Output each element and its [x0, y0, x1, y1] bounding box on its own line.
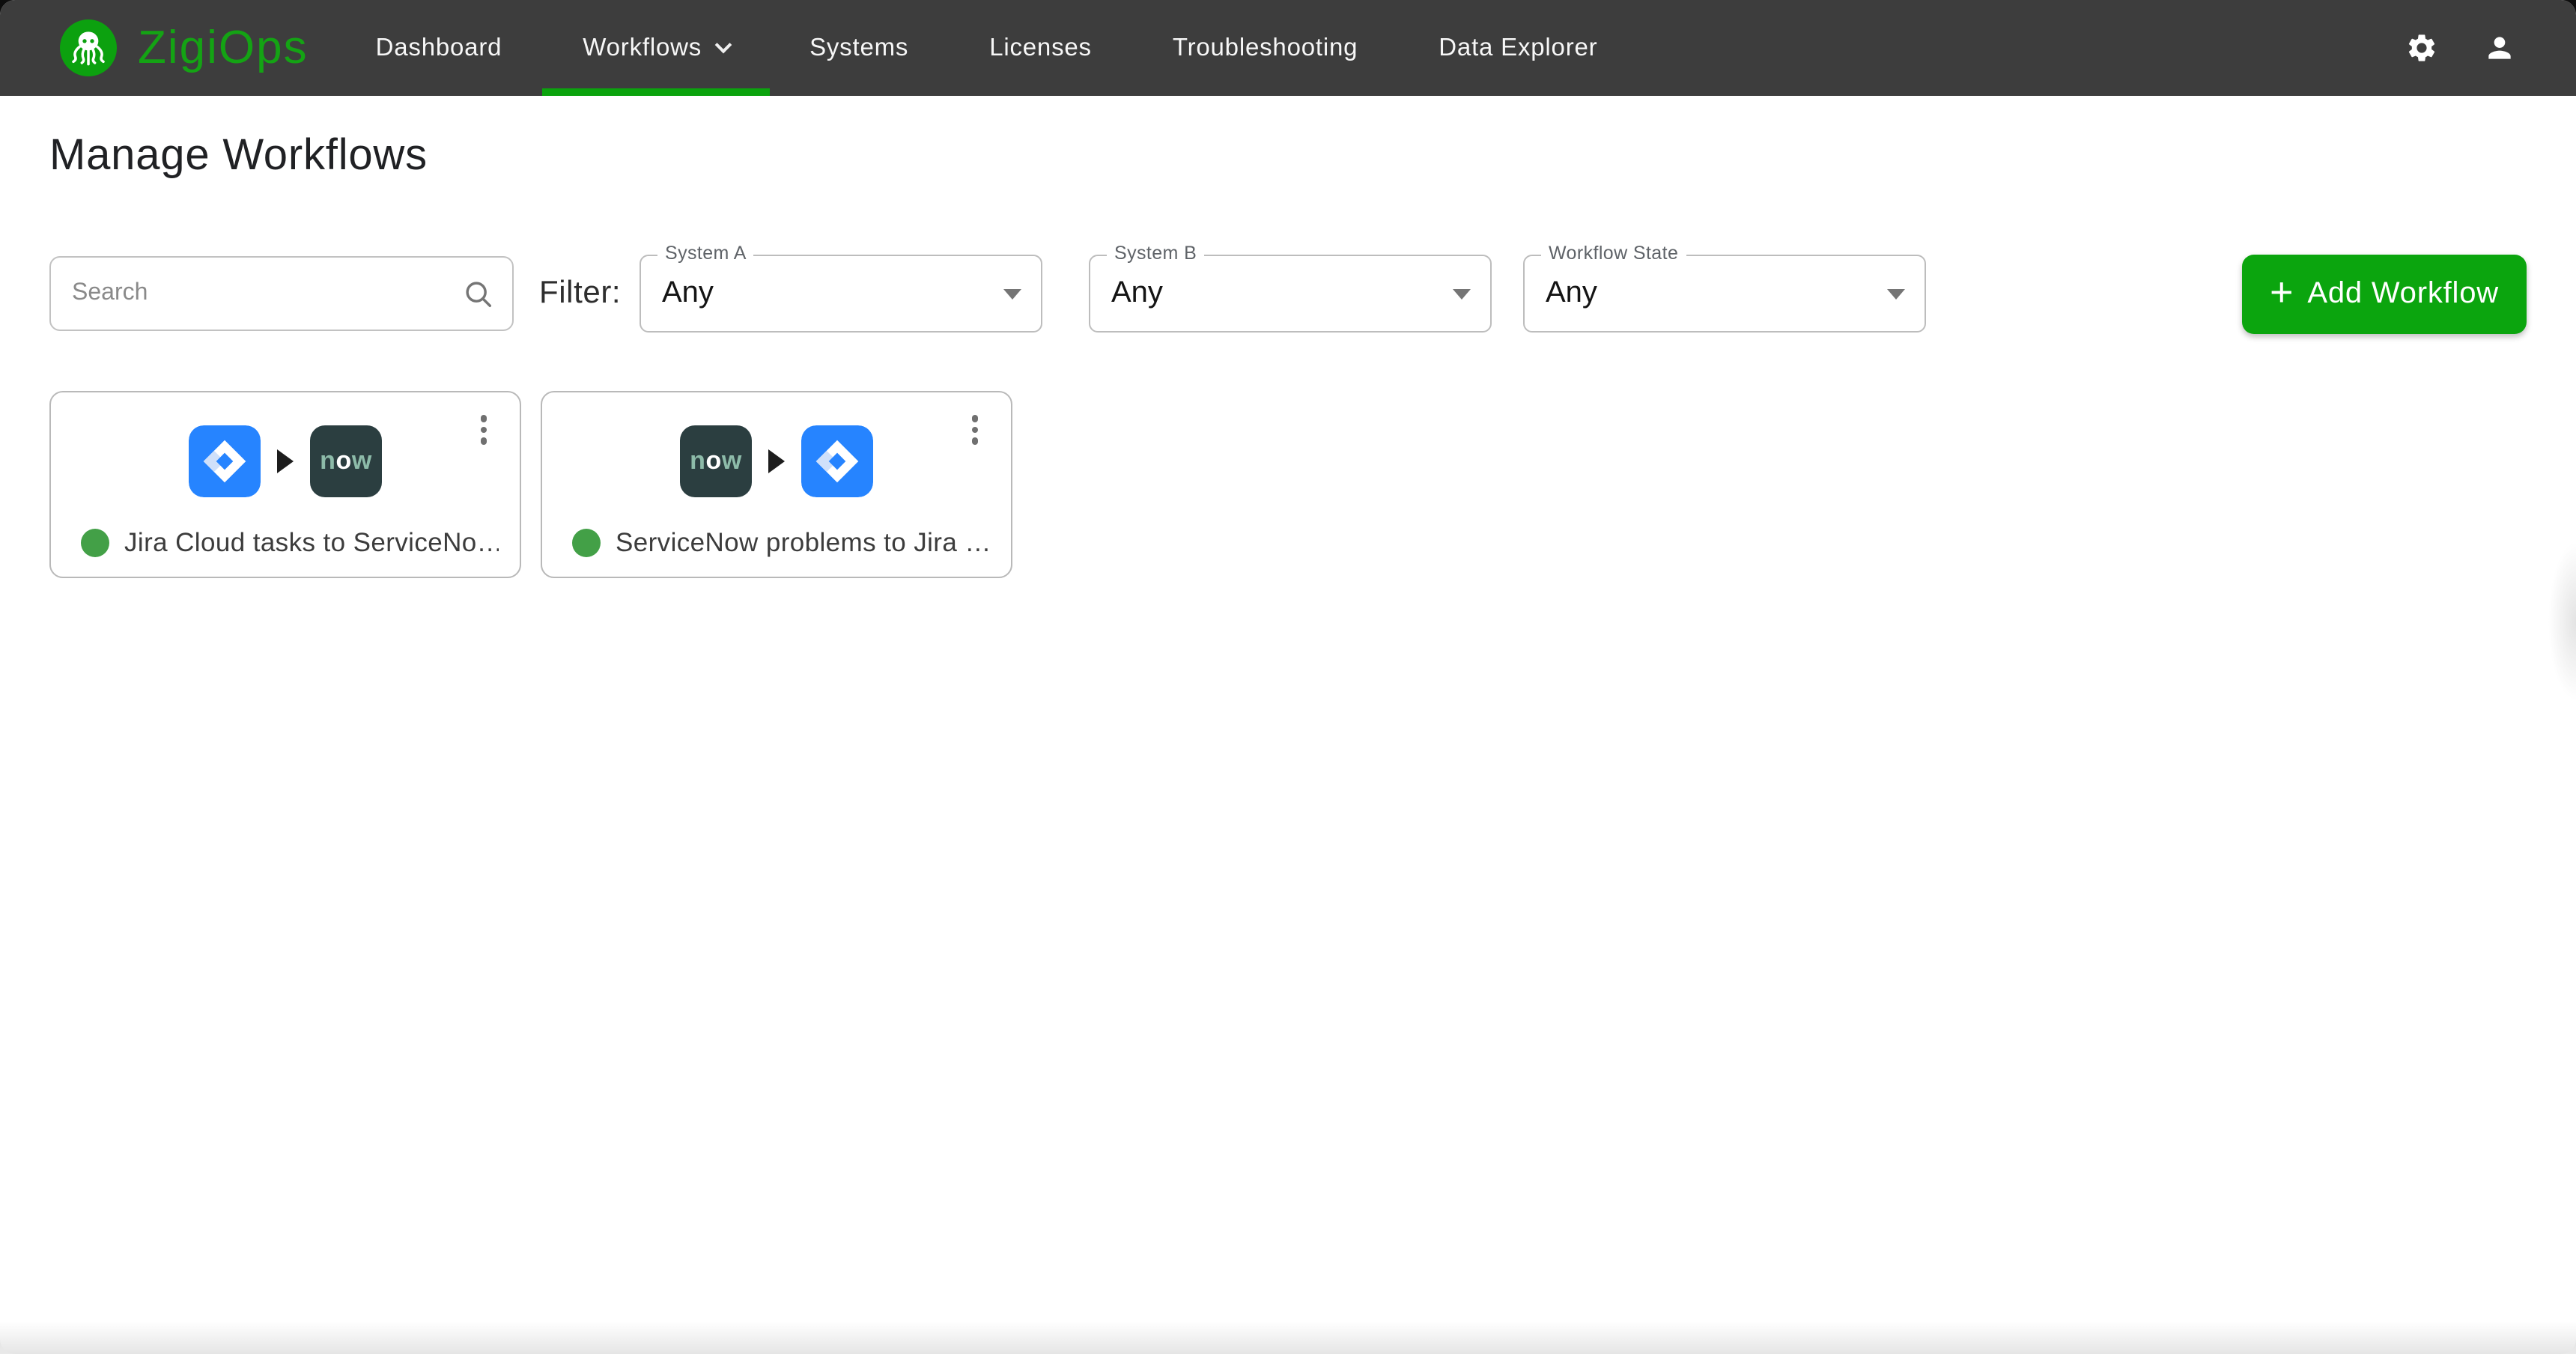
nav-item-systems[interactable]: Systems	[769, 0, 949, 96]
filter-select-system-a-value: Any	[662, 276, 714, 311]
toolbar: Filter: System A Any System B Any Workfl…	[49, 253, 2527, 334]
nav-label-data-explorer: Data Explorer	[1439, 34, 1597, 62]
now-letter: o	[705, 446, 721, 476]
workflow-title: ServiceNow problems to Jira …	[616, 526, 990, 558]
filter-select-system-b[interactable]: System B Any	[1089, 255, 1492, 333]
filter-select-system-a-label: System A	[657, 243, 754, 264]
bottom-window-shadow	[0, 1321, 2576, 1354]
jira-icon	[801, 425, 873, 497]
filter-select-workflow-state[interactable]: Workflow State Any	[1523, 255, 1926, 333]
search-input[interactable]	[72, 280, 463, 307]
now-letter: w	[722, 446, 742, 476]
filter-select-workflow-state-value: Any	[1546, 276, 1597, 311]
now-letter: n	[690, 446, 705, 476]
settings-gear-icon[interactable]	[2405, 31, 2438, 64]
workflow-title: Jira Cloud tasks to ServiceNo…	[124, 526, 499, 558]
nav-label-systems: Systems	[809, 34, 908, 62]
status-dot-active	[81, 528, 109, 556]
integration-icons: now	[542, 425, 1011, 497]
plus-icon: +	[2270, 269, 2294, 315]
nav-item-dashboard[interactable]: Dashboard	[335, 0, 543, 96]
workflow-card-list: now Jira Cloud tasks to ServiceNo… now	[49, 391, 1012, 578]
status-dot-active	[572, 528, 601, 556]
dropdown-caret-icon	[1453, 289, 1471, 300]
nav-label-troubleshooting: Troubleshooting	[1173, 34, 1358, 62]
filter-select-system-a[interactable]: System A Any	[640, 255, 1042, 333]
dropdown-caret-icon	[1003, 289, 1021, 300]
filter-select-system-b-label: System B	[1107, 243, 1204, 264]
integration-icons: now	[51, 425, 520, 497]
nav-item-troubleshooting[interactable]: Troubleshooting	[1132, 0, 1398, 96]
nav-label-dashboard: Dashboard	[376, 34, 502, 62]
now-letter: o	[335, 446, 351, 476]
brand-name: ZigiOps	[138, 21, 309, 75]
jira-icon	[189, 425, 261, 497]
octopus-logo-icon	[60, 19, 117, 76]
page-title: Manage Workflows	[49, 132, 428, 181]
now-letter: w	[352, 446, 372, 476]
servicenow-icon: now	[680, 425, 752, 497]
navbar-actions	[2405, 31, 2516, 64]
user-account-icon[interactable]	[2483, 31, 2516, 64]
now-letter: n	[320, 446, 335, 476]
right-edge-widget-bump	[2543, 509, 2576, 734]
nav-label-workflows: Workflows	[583, 34, 702, 62]
dropdown-caret-icon	[1887, 289, 1905, 300]
servicenow-icon: now	[310, 425, 382, 497]
nav-item-data-explorer[interactable]: Data Explorer	[1398, 0, 1638, 96]
flow-arrow-icon	[277, 449, 294, 473]
nav-item-licenses[interactable]: Licenses	[949, 0, 1132, 96]
workflow-card-servicenow-to-jira[interactable]: now ServiceNow problems to Jira …	[541, 391, 1012, 578]
workflow-card-jira-to-servicenow[interactable]: now Jira Cloud tasks to ServiceNo…	[49, 391, 521, 578]
nav-item-workflows[interactable]: Workflows	[542, 0, 769, 96]
add-workflow-button-label: Add Workflow	[2307, 277, 2499, 312]
filter-label: Filter:	[539, 253, 621, 334]
chevron-down-icon	[714, 37, 732, 54]
filter-select-system-b-value: Any	[1111, 276, 1163, 311]
app-window: ZigiOps Dashboard Workflows Systems Lice…	[0, 0, 2576, 1354]
flow-arrow-icon	[768, 449, 785, 473]
card-footer: ServiceNow problems to Jira …	[572, 524, 990, 560]
top-navbar: ZigiOps Dashboard Workflows Systems Lice…	[0, 0, 2576, 96]
filter-select-workflow-state-label: Workflow State	[1541, 243, 1686, 264]
search-box	[49, 256, 514, 331]
main-nav: Dashboard Workflows Systems Licenses Tro…	[335, 0, 1638, 96]
card-footer: Jira Cloud tasks to ServiceNo…	[81, 524, 499, 560]
nav-label-licenses: Licenses	[989, 34, 1092, 62]
add-workflow-button[interactable]: + Add Workflow	[2242, 255, 2527, 334]
search-icon	[463, 278, 494, 309]
brand-logo[interactable]: ZigiOps	[60, 19, 309, 76]
